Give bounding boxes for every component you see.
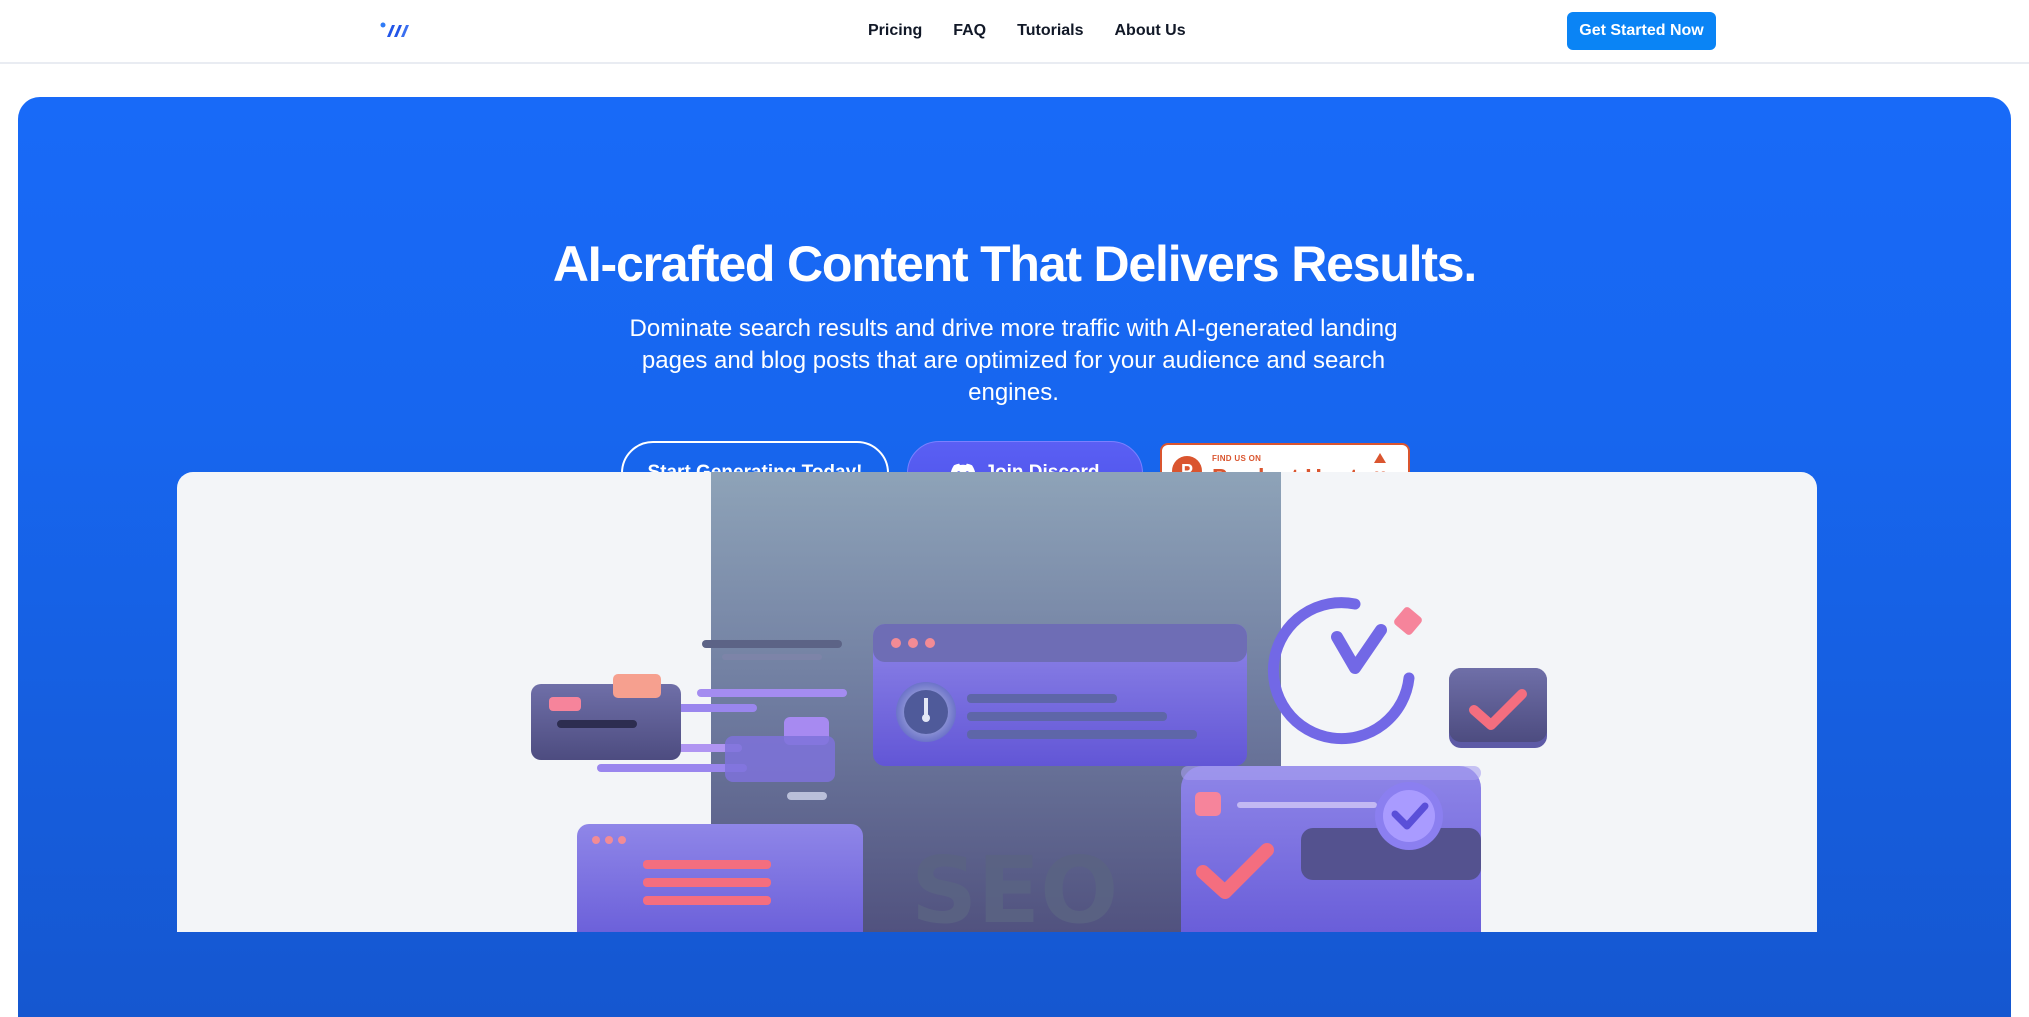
hero-illustration-card: SEO (177, 472, 1817, 932)
seo-illustration: SEO (531, 472, 1547, 932)
svg-text:SEO: SEO (911, 837, 1118, 932)
nav-item-pricing[interactable]: Pricing (868, 22, 922, 40)
product-hunt-small-text: FIND US ON (1212, 454, 1262, 463)
get-started-button[interactable]: Get Started Now (1567, 12, 1716, 50)
upvote-arrow-icon (1374, 453, 1386, 463)
nav-item-faq[interactable]: FAQ (953, 22, 986, 40)
site-header: Pricing FAQ Tutorials About Us Get Start… (0, 0, 2029, 64)
brand-logo-icon[interactable] (380, 20, 410, 40)
nav-item-tutorials[interactable]: Tutorials (1017, 22, 1083, 40)
hero-title: AI-crafted Content That Delivers Results… (552, 236, 1477, 292)
hero-subtitle: Dominate search results and drive more t… (629, 315, 1398, 406)
main-nav: Pricing FAQ Tutorials About Us (868, 0, 1186, 62)
nav-item-about-us[interactable]: About Us (1115, 22, 1186, 40)
